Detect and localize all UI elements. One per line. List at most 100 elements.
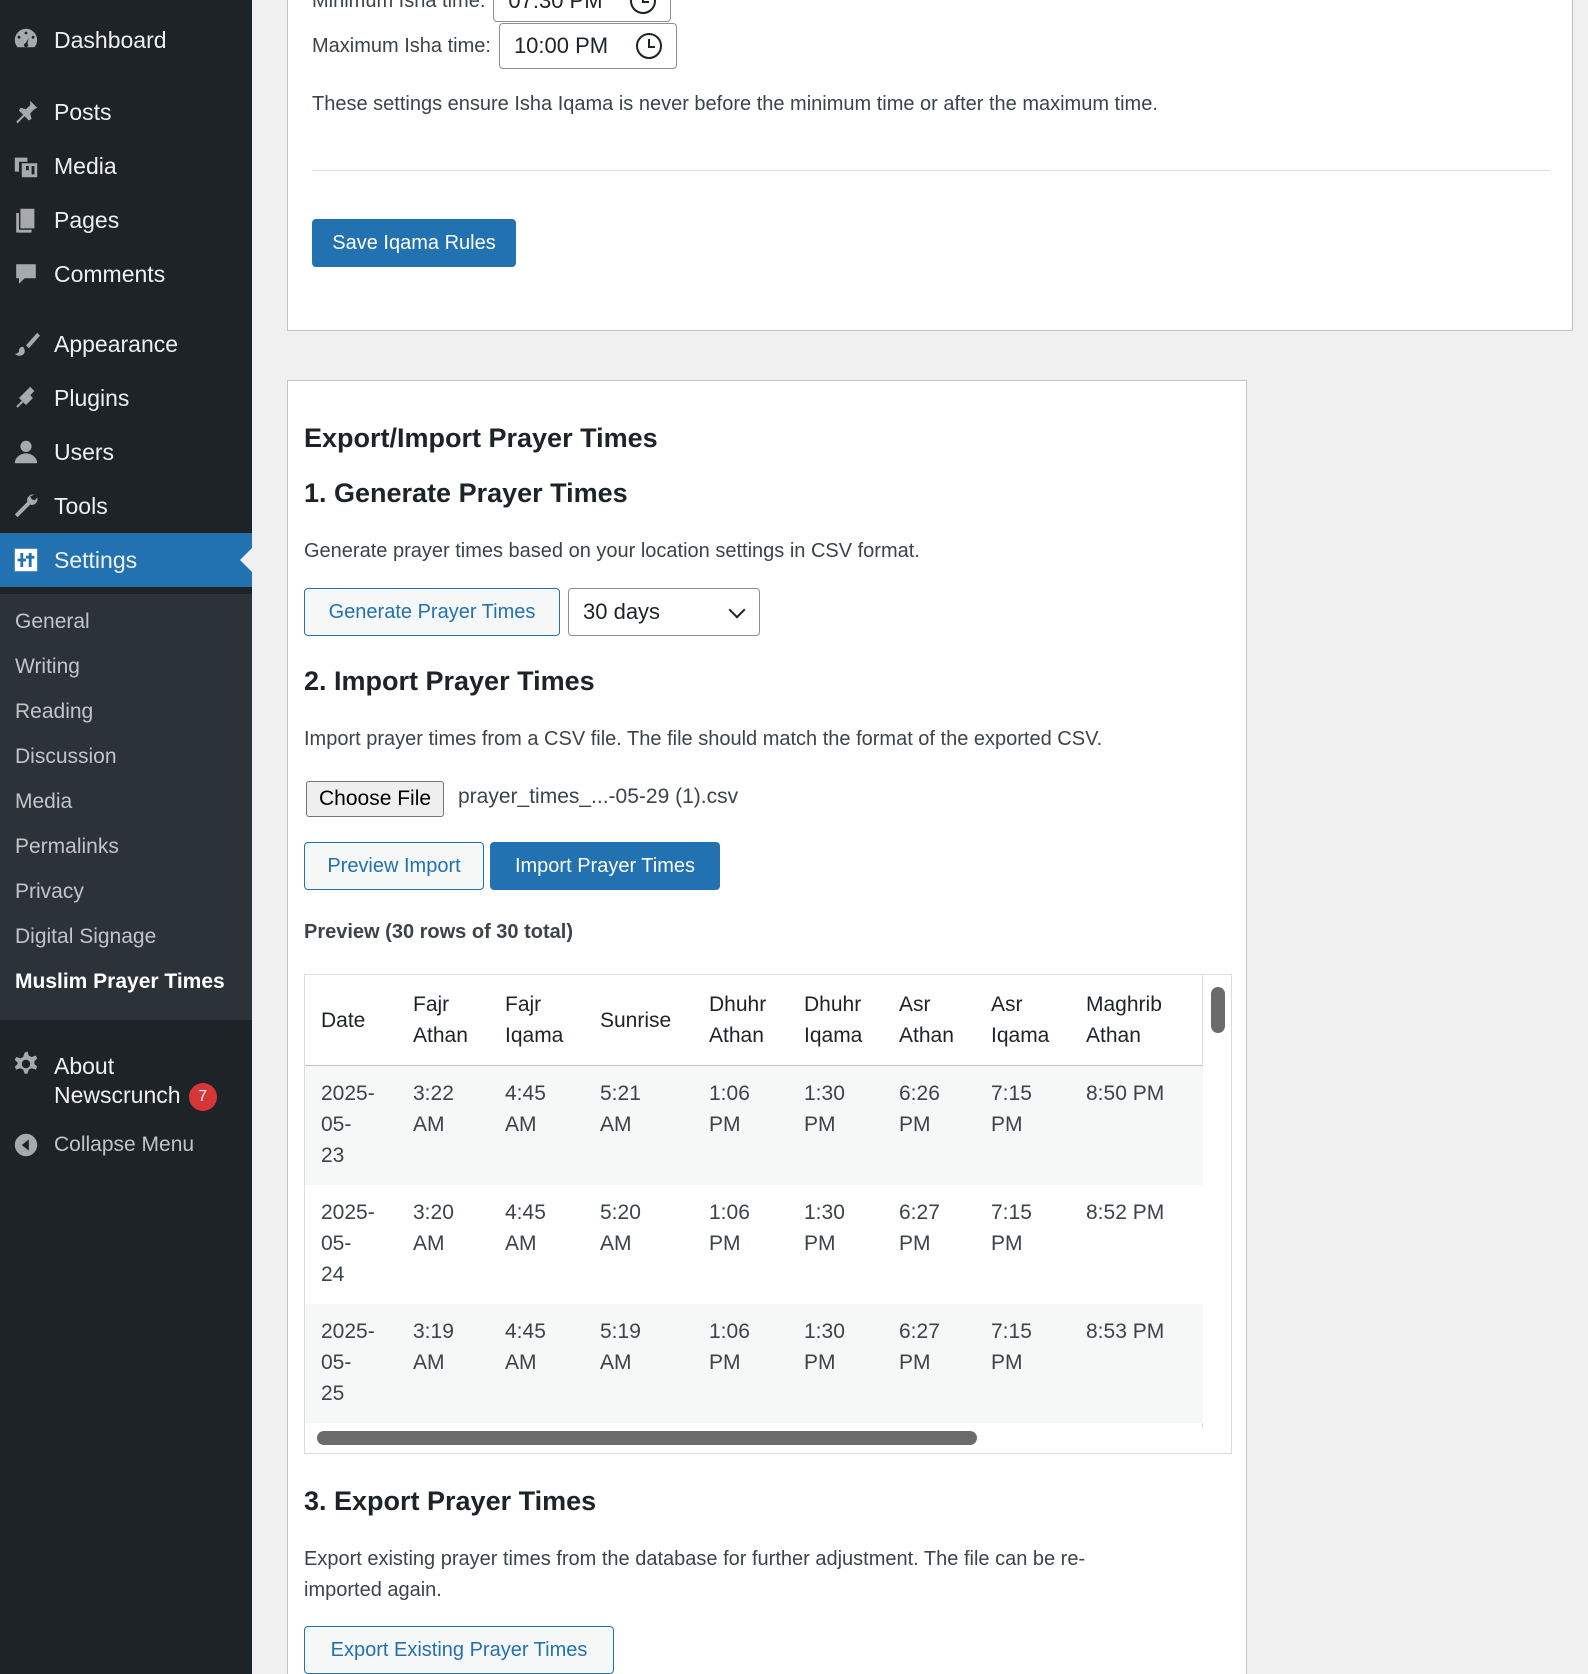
clock-icon: [635, 33, 662, 59]
horizontal-scrollbar[interactable]: [317, 1431, 977, 1445]
col-fajr-athan: Fajr Athan: [397, 975, 489, 1066]
col-fajr-iqama: Fajr Iqama: [489, 975, 584, 1066]
cell-fajr-athan: 3:19 AM: [397, 1303, 489, 1423]
table-row: 2025- 05- 24 3:20 AM 4:45 AM 5:20 AM 1:06 PM 1…: [305, 1184, 1203, 1304]
submenu-media[interactable]: Media: [15, 790, 72, 814]
days-select-value: 30 days: [583, 599, 661, 624]
days-select[interactable]: 30 days: [568, 588, 760, 636]
header-text: Iqama: [804, 1024, 863, 1047]
cell-sunrise: 5:19 AM: [584, 1303, 693, 1423]
menu-appearance[interactable]: Appearance: [0, 317, 252, 371]
menu-label: Users: [54, 438, 115, 465]
max-isha-label: Maximum Isha time:: [312, 34, 491, 57]
import-prayer-times-button[interactable]: Import Prayer Times: [490, 842, 720, 890]
header-text: Asr: [991, 993, 1023, 1016]
cell-dhuhr-athan: 1:06 PM: [693, 1065, 788, 1185]
collapse-menu-button[interactable]: Collapse Menu: [0, 1118, 252, 1172]
cell-fajr-iqama: 4:45 AM: [489, 1065, 584, 1185]
min-isha-row: Minimum Isha time: 07:30 PM: [312, 0, 672, 22]
preview-title: Preview (30 rows of 30 total): [304, 921, 573, 943]
selected-file-name: prayer_times_...-05-29 (1).csv: [458, 785, 739, 808]
iqama-note: These settings ensure Isha Iqama is neve…: [312, 93, 1158, 115]
submenu-privacy[interactable]: Privacy: [15, 880, 84, 904]
menu-label: Dashboard: [54, 26, 167, 53]
media-icon: [12, 152, 40, 180]
preview-table-scroll-area[interactable]: Date Fajr Athan Fajr Iqama Sunrise Dhuhr At…: [304, 974, 1232, 1454]
menu-pages[interactable]: Pages: [0, 193, 252, 247]
preview-table: Date Fajr Athan Fajr Iqama Sunrise Dhuhr At…: [305, 975, 1203, 1423]
menu-media[interactable]: Media: [0, 139, 252, 193]
choose-file-button[interactable]: Choose File: [306, 781, 445, 817]
submenu-general[interactable]: General: [15, 610, 90, 634]
save-iqama-rules-button[interactable]: Save Iqama Rules: [312, 219, 516, 267]
header-text: Dhuhr: [709, 993, 767, 1016]
generate-description: Generate prayer times based on your loca…: [304, 540, 920, 562]
header-text: Dhuhr: [804, 993, 862, 1016]
settings-icon: [12, 546, 40, 574]
submenu-permalinks[interactable]: Permalinks: [15, 835, 119, 859]
col-asr-iqama: Asr Iqama: [975, 975, 1070, 1066]
export-heading: 3. Export Prayer Times: [304, 1486, 597, 1516]
about-line2: Newscrunch: [54, 1082, 181, 1108]
dashboard-icon: [12, 26, 40, 54]
menu-dashboard[interactable]: Dashboard: [0, 13, 252, 67]
menu-label: About Newscrunch 7: [54, 1052, 217, 1111]
menu-plugins[interactable]: Plugins: [0, 371, 252, 425]
export-import-panel: Export/Import Prayer Times 1. Generate P…: [287, 380, 1247, 1674]
header-text: Athan: [709, 1024, 764, 1047]
pin-icon: [12, 98, 40, 126]
submenu-writing[interactable]: Writing: [15, 655, 80, 679]
preview-import-button[interactable]: Preview Import: [304, 842, 484, 890]
max-isha-value: 10:00 PM: [513, 33, 609, 58]
cell-asr-iqama: 7:15 PM: [975, 1184, 1070, 1304]
cell-asr-athan: 6:27 PM: [883, 1303, 975, 1423]
max-isha-time-input[interactable]: 10:00 PM: [498, 23, 677, 69]
menu-about-newscrunch[interactable]: About Newscrunch 7: [0, 1040, 252, 1111]
export-existing-prayer-times-button[interactable]: Export Existing Prayer Times: [304, 1626, 614, 1674]
export-import-title: Export/Import Prayer Times: [304, 423, 658, 453]
import-description: Import prayer times from a CSV file. The…: [304, 728, 1103, 750]
min-isha-time-input[interactable]: 07:30 PM: [493, 0, 672, 22]
cell-maghrib-athan: 8:52 PM: [1070, 1184, 1203, 1304]
submenu-discussion[interactable]: Discussion: [15, 745, 117, 769]
generate-prayer-times-button[interactable]: Generate Prayer Times: [304, 588, 560, 636]
admin-sidebar: Dashboard Posts Media Pages Comments App…: [0, 0, 252, 1674]
cell-date: 2025- 05- 23: [305, 1065, 397, 1185]
header-text: Fajr: [505, 993, 542, 1016]
divider: [312, 170, 1550, 171]
gear-icon: [12, 1050, 40, 1078]
menu-label: Pages: [54, 206, 120, 233]
brush-icon: [12, 330, 40, 358]
menu-settings[interactable]: Settings: [0, 533, 252, 587]
col-date: Date: [305, 975, 397, 1066]
cell-date: 2025- 05- 25: [305, 1303, 397, 1423]
chevron-down-icon: [728, 601, 746, 619]
export-desc-line2: imported again.: [304, 1579, 442, 1601]
menu-label: Media: [54, 152, 117, 179]
header-text: Fajr: [413, 993, 450, 1016]
submenu-reading[interactable]: Reading: [15, 700, 93, 724]
menu-label: Tools: [54, 492, 108, 519]
table-header-row: Date Fajr Athan Fajr Iqama Sunrise Dhuhr At…: [305, 975, 1203, 1066]
cell-dhuhr-athan: 1:06 PM: [693, 1184, 788, 1304]
cell-fajr-athan: 3:22 AM: [397, 1065, 489, 1185]
menu-posts[interactable]: Posts: [0, 85, 252, 139]
col-dhuhr-iqama: Dhuhr Iqama: [788, 975, 883, 1066]
export-description: Export existing prayer times from the da…: [304, 1544, 1085, 1606]
cell-dhuhr-athan: 1:06 PM: [693, 1303, 788, 1423]
menu-comments[interactable]: Comments: [0, 247, 252, 301]
submenu-muslim-prayer-times[interactable]: Muslim Prayer Times: [15, 970, 225, 994]
header-text: Athan: [899, 1024, 954, 1047]
menu-users[interactable]: Users: [0, 425, 252, 479]
cell-fajr-iqama: 4:45 AM: [489, 1184, 584, 1304]
preview-table-container: Date Fajr Athan Fajr Iqama Sunrise Dhuhr At…: [305, 975, 1203, 1428]
cell-fajr-iqama: 4:45 AM: [489, 1303, 584, 1423]
vertical-scrollbar[interactable]: [1211, 987, 1225, 1033]
export-desc-line1: Export existing prayer times from the da…: [304, 1548, 1086, 1570]
cell-asr-iqama: 7:15 PM: [975, 1303, 1070, 1423]
menu-tools[interactable]: Tools: [0, 479, 252, 533]
header-text: Athan: [1086, 1024, 1141, 1047]
cell-sunrise: 5:21 AM: [584, 1065, 693, 1185]
submenu-digital-signage[interactable]: Digital Signage: [15, 925, 156, 949]
menu-label: Appearance: [54, 330, 179, 357]
